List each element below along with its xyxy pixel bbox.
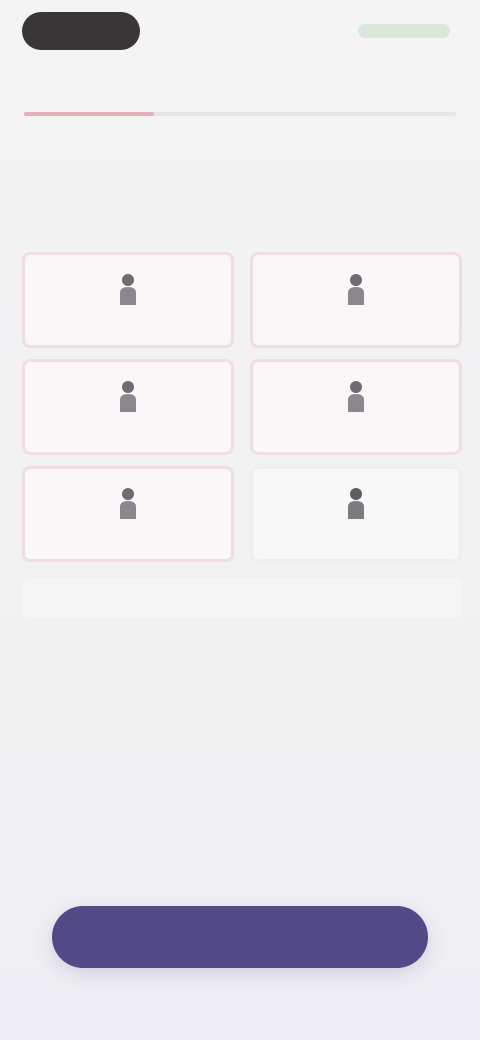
continue-button[interactable] [52, 906, 428, 968]
option-card[interactable] [22, 359, 234, 455]
option-card[interactable] [250, 359, 462, 455]
person-icon [120, 274, 136, 305]
progress-fill [24, 112, 154, 116]
person-icon [348, 381, 364, 412]
person-icon [348, 488, 364, 519]
option-card[interactable] [22, 252, 234, 348]
dynamic-island [22, 12, 140, 50]
progress-bar [24, 112, 456, 116]
options-grid [22, 252, 462, 562]
other-answer-row [22, 578, 462, 618]
option-card[interactable] [250, 252, 462, 348]
option-card[interactable] [250, 466, 462, 562]
other-answer-input[interactable] [22, 578, 462, 618]
status-indicators [358, 24, 450, 38]
option-card[interactable] [22, 466, 234, 562]
person-icon [120, 381, 136, 412]
screen [0, 0, 480, 1040]
person-icon [120, 488, 136, 519]
person-icon [348, 274, 364, 305]
